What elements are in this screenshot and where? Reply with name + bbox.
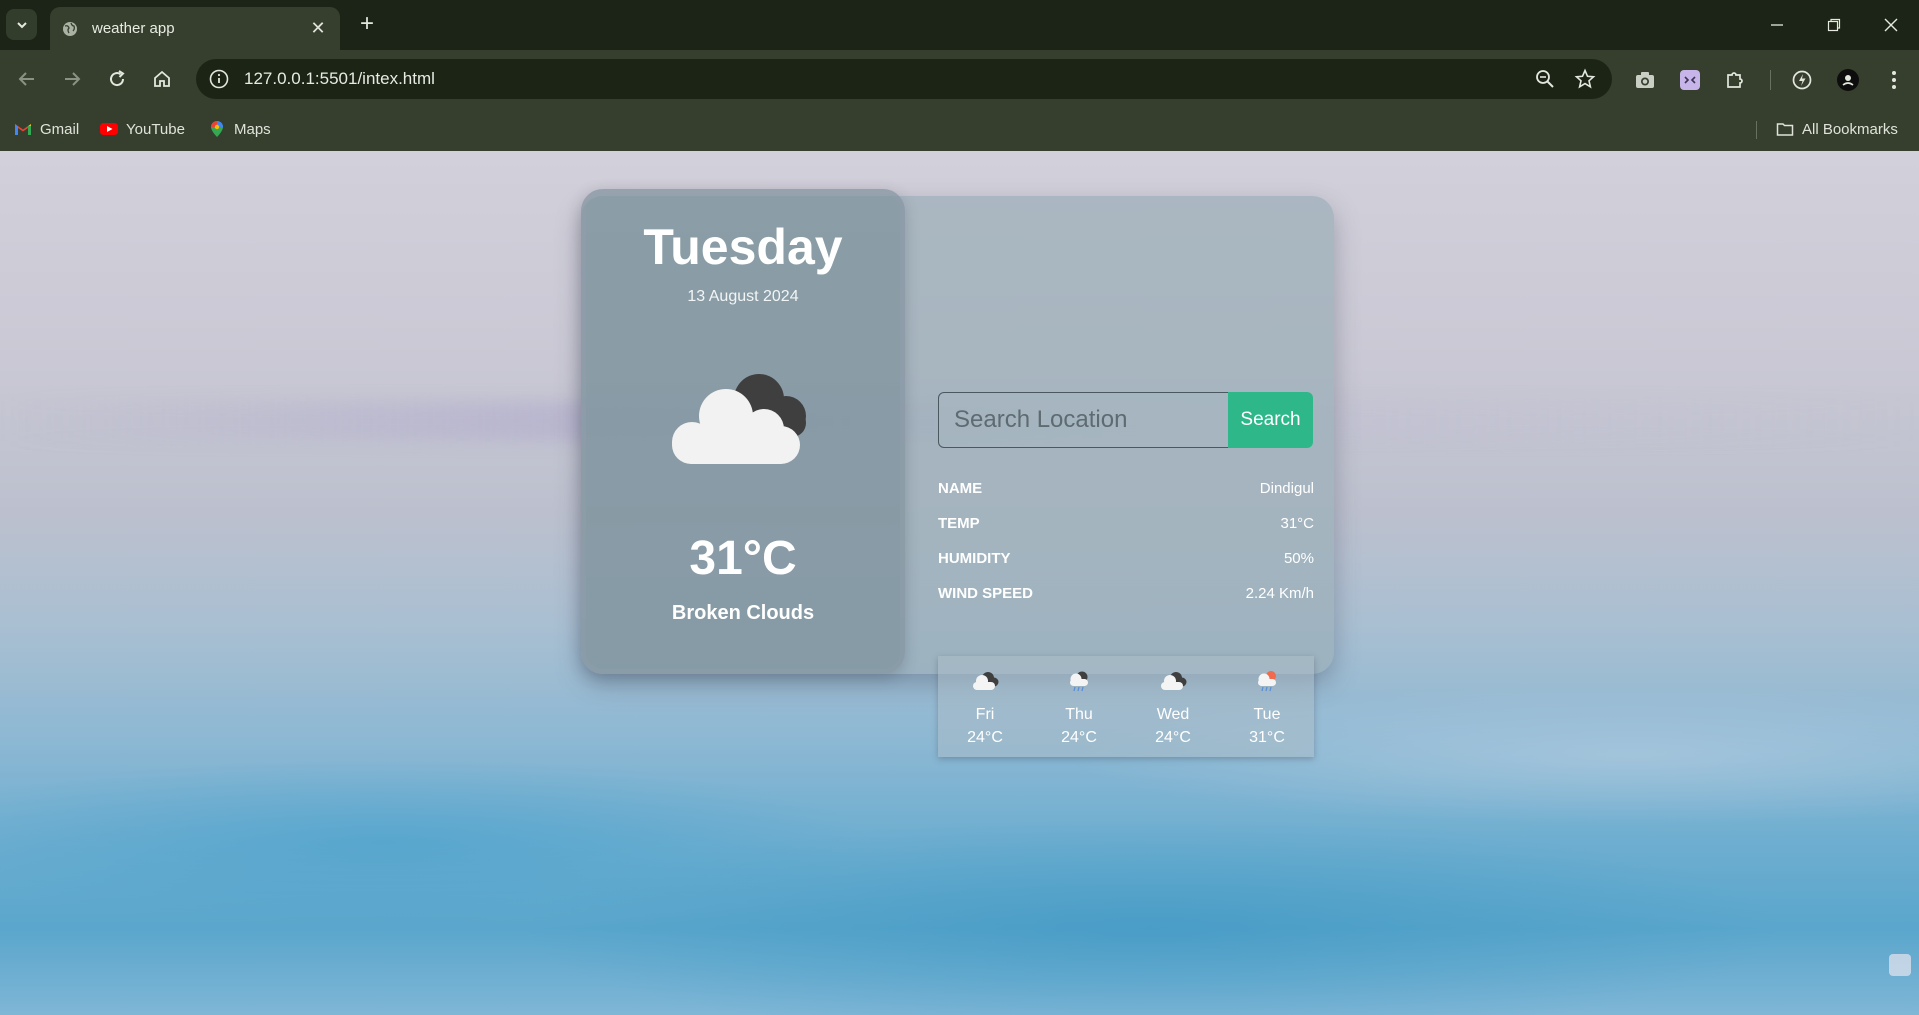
bookmark-maps[interactable]: Maps — [208, 117, 271, 141]
current-weather-panel: Tuesday 13 August 2024 31°C Broken Cloud… — [581, 189, 905, 674]
forecast-temp: 24°C — [967, 729, 1003, 746]
forecast-day-name: Thu — [1065, 706, 1093, 723]
bookmark-label: Gmail — [40, 120, 80, 138]
active-tab[interactable]: weather app ✕ — [50, 7, 340, 50]
forward-button[interactable] — [57, 64, 87, 94]
forecast-day: Fri 24°C — [938, 656, 1032, 757]
close-tab-icon[interactable]: ✕ — [308, 18, 328, 39]
detail-value: 31°C — [1280, 514, 1314, 532]
detail-value: 50% — [1283, 549, 1314, 567]
folder-icon — [1776, 123, 1794, 136]
new-tab-button[interactable]: + — [352, 10, 382, 40]
forecast-temp: 31°C — [1249, 729, 1285, 746]
address-bar[interactable]: 127.0.0.1:5501/intex.html — [196, 59, 1612, 99]
extension-app-icon[interactable] — [1678, 68, 1702, 92]
star-icon[interactable] — [1574, 68, 1596, 90]
reload-icon — [110, 70, 125, 87]
floating-extension-icon[interactable] — [1889, 954, 1911, 976]
detail-row-wind-speed: WIND SPEED 2.24 Km/h — [938, 581, 1314, 605]
maps-icon — [211, 121, 223, 137]
browser-toolbar: 127.0.0.1:5501/intex.html — [0, 50, 1919, 108]
toolbar-separator — [1770, 70, 1771, 90]
bookmarks-separator — [1756, 121, 1757, 139]
minimize-icon — [1771, 24, 1783, 26]
tab-search-button[interactable] — [6, 9, 37, 40]
minimize-button[interactable] — [1749, 0, 1805, 50]
extensions-puzzle-icon[interactable] — [1723, 68, 1747, 92]
detail-row-name: NAME Dindigul — [938, 476, 1314, 500]
home-button[interactable] — [147, 64, 177, 94]
detail-value: 2.24 Km/h — [1245, 584, 1314, 602]
close-window-button[interactable] — [1863, 0, 1919, 50]
youtube-icon — [100, 123, 118, 135]
forecast-temp: 24°C — [1061, 729, 1097, 746]
reload-button[interactable] — [102, 64, 132, 94]
performance-icon[interactable] — [1790, 68, 1814, 92]
forecast-day-name: Tue — [1253, 706, 1281, 723]
detail-key: WIND SPEED — [938, 584, 1034, 602]
bookmark-gmail[interactable]: Gmail — [14, 117, 79, 141]
forecast-day-name: Wed — [1156, 706, 1190, 723]
bookmark-label: YouTube — [126, 120, 185, 138]
tab-strip: weather app ✕ + — [0, 0, 1919, 50]
date-text: 13 August 2024 — [687, 288, 799, 305]
forecast-temp: 24°C — [1155, 729, 1191, 746]
detail-key: NAME — [938, 479, 983, 497]
forecast-day: Thu 24°C — [1032, 656, 1126, 757]
tab-title: weather app — [92, 20, 175, 37]
chevron-down-icon — [16, 21, 27, 28]
back-button[interactable] — [12, 64, 42, 94]
site-info-icon[interactable] — [208, 68, 230, 90]
current-temperature: 31°C — [689, 532, 797, 585]
restore-icon — [1827, 18, 1841, 32]
menu-kebab-icon[interactable] — [1882, 68, 1906, 92]
forecast-day-name: Fri — [975, 706, 995, 723]
arrow-left-icon — [18, 72, 34, 86]
all-bookmarks-label: All Bookmarks — [1802, 120, 1898, 138]
forecast-day: Wed 24°C — [1126, 656, 1220, 757]
detail-row-humidity: HUMIDITY 50% — [938, 546, 1314, 570]
home-icon — [154, 70, 170, 87]
gmail-icon — [15, 124, 31, 135]
search-input[interactable] — [938, 392, 1229, 448]
forecast-strip: Fri 24°C Thu 24°C Wed 24°C Tue 31°C — [938, 656, 1314, 757]
bookmarks-bar: Gmail YouTube Maps All Bookmarks — [0, 108, 1919, 151]
day-name: Tuesday — [643, 219, 843, 275]
rain-cloud-icon — [1070, 671, 1088, 692]
forecast-day: Tue 31°C — [1220, 656, 1314, 757]
detail-key: TEMP — [938, 514, 980, 532]
broken-clouds-icon — [672, 374, 806, 464]
all-bookmarks-button[interactable]: All Bookmarks — [1776, 117, 1898, 141]
detail-value: Dindigul — [1259, 479, 1314, 497]
restore-button[interactable] — [1806, 0, 1862, 50]
bookmark-youtube[interactable]: YouTube — [100, 117, 185, 141]
url-text[interactable]: 127.0.0.1:5501/intex.html — [244, 69, 1612, 89]
broken-clouds-icon — [1161, 672, 1187, 690]
weather-description: Broken Clouds — [671, 602, 815, 624]
camera-extension-icon[interactable] — [1633, 68, 1657, 92]
broken-clouds-icon — [973, 672, 999, 690]
bookmark-label: Maps — [234, 120, 271, 138]
zoom-icon[interactable] — [1534, 68, 1556, 90]
close-icon — [1884, 18, 1898, 32]
globe-icon — [63, 21, 77, 36]
rain-sun-icon — [1258, 671, 1276, 692]
arrow-right-icon — [65, 72, 81, 86]
search-button[interactable]: Search — [1228, 392, 1313, 448]
profile-avatar-icon[interactable] — [1836, 68, 1860, 92]
detail-key: HUMIDITY — [938, 549, 1011, 567]
detail-row-temp: TEMP 31°C — [938, 511, 1314, 535]
